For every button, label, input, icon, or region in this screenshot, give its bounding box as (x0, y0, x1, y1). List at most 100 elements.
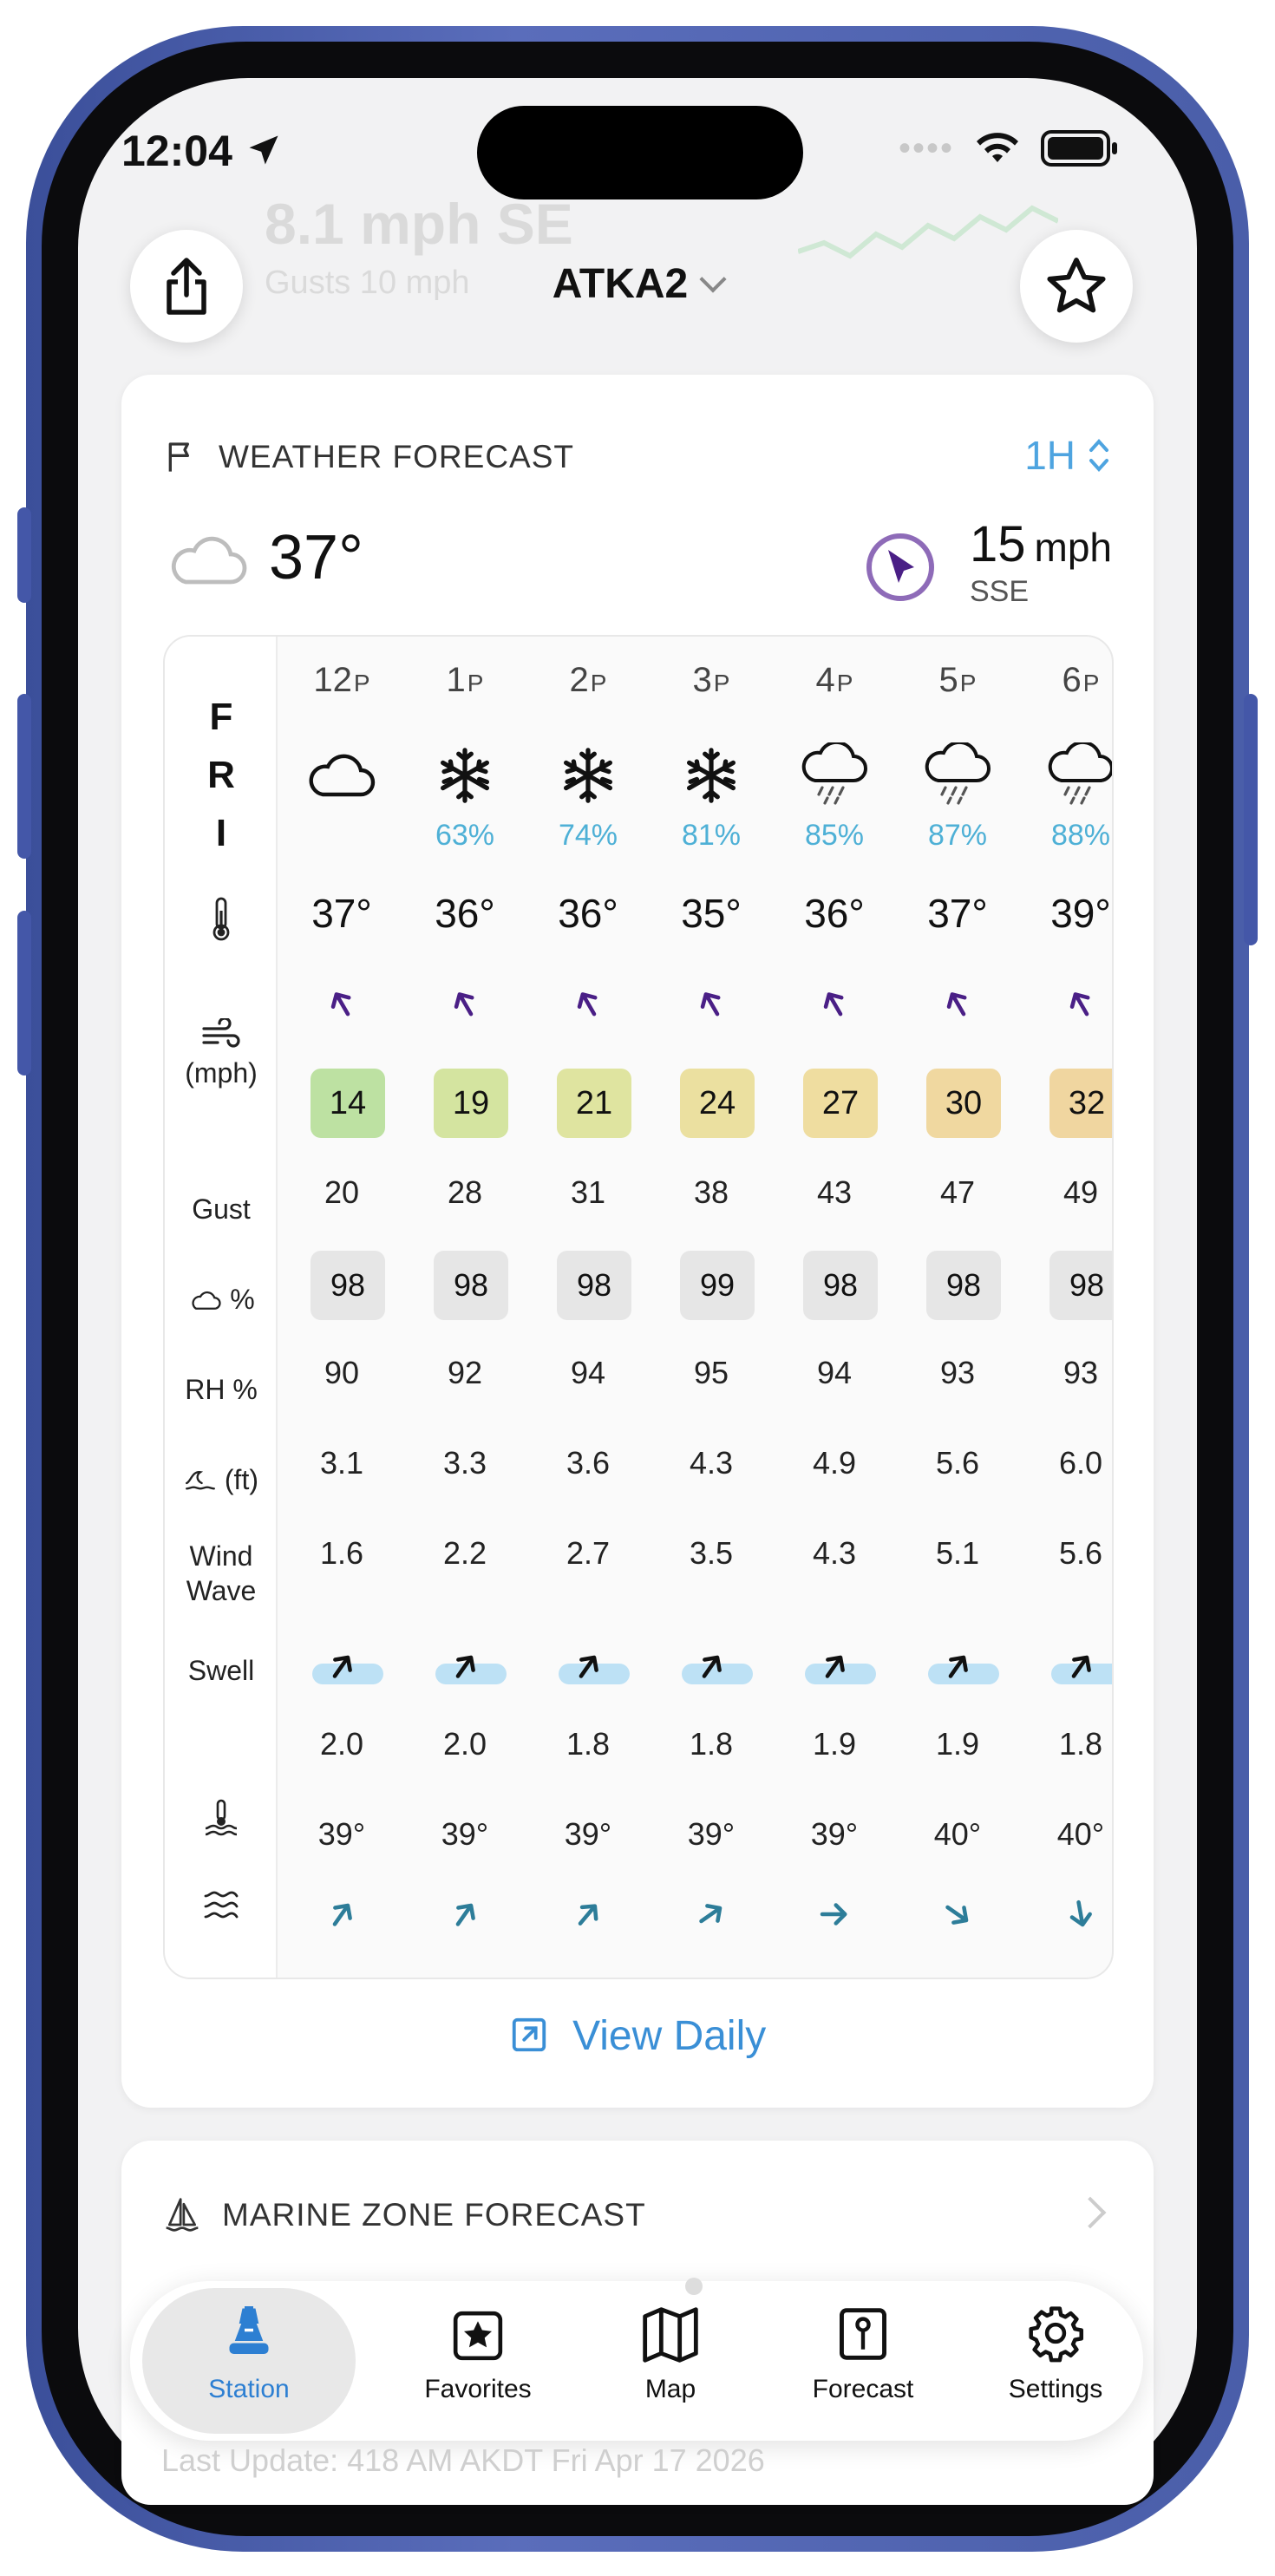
hour-value: 6 (1062, 661, 1082, 699)
hour-label: 12P (290, 661, 394, 700)
status-time: 12:04 (121, 126, 283, 176)
wind-arrow (413, 985, 517, 1026)
last-update-text: Last Update: 418 AM AKDT Fri Apr 17 2026 (161, 2442, 765, 2478)
rain-cloud-icon (801, 742, 867, 805)
swell-arrow (659, 1648, 763, 1689)
day-letter: I (215, 812, 227, 854)
hour-value: 1 (446, 661, 466, 699)
gust-value: 28 (447, 1174, 483, 1210)
cloud-row-label: % (165, 1282, 278, 1317)
current-wind-speed: 15 (970, 516, 1026, 572)
page-indicator-dot (685, 2278, 703, 2295)
chevron-right-icon (1074, 2196, 1107, 2229)
swell-value: 1.8 (1058, 1726, 1103, 1762)
marine-card-header: MARINE ZONE FORECAST (163, 2196, 646, 2234)
wind-wave-value: 5.1 (935, 1535, 980, 1571)
chevron-down-icon (699, 265, 727, 293)
weather-icon-cell (659, 741, 763, 810)
star-icon (1047, 258, 1106, 313)
current-arrow (536, 1896, 640, 1937)
ghost-wind-speed: 8.1 mph SE (265, 192, 573, 256)
ocean-current-icon (204, 1891, 239, 1919)
cloud-icon (309, 754, 376, 797)
swell-arrow (413, 1648, 517, 1689)
wind-speed-box: 19 (434, 1069, 508, 1138)
swell-value: 1.9 (812, 1726, 857, 1762)
hourly-forecast-table[interactable]: F R I (mph) Gust % RH % (ft) Wind Wave S… (163, 635, 1114, 1979)
wind-speed-box: 21 (557, 1069, 631, 1138)
cloud-cover-box: 98 (311, 1251, 385, 1320)
wind-wave-value: 3.5 (689, 1535, 734, 1571)
temp-value: 37° (311, 891, 372, 936)
tab-favorites[interactable]: Favorites (382, 2281, 574, 2441)
interval-value: 1H (1024, 433, 1076, 478)
cloud-cover-box: 98 (803, 1251, 878, 1320)
weather-icon-cell (413, 741, 517, 810)
swell-value: 2.0 (442, 1726, 487, 1762)
gust-value: 49 (1062, 1174, 1099, 1210)
hour-label: 2P (536, 661, 640, 700)
map-icon (643, 2307, 698, 2363)
cloud-cover-box: 99 (680, 1251, 755, 1320)
wind-speed-box: 14 (311, 1069, 385, 1138)
ampm-value: P (590, 670, 607, 696)
battery-icon (1041, 130, 1117, 167)
swell-row-label: Swell (187, 1655, 255, 1686)
ampm-value: P (713, 670, 730, 696)
action-button (17, 507, 31, 603)
tab-station[interactable]: Station (142, 2288, 356, 2434)
wind-wave-value: 4.3 (812, 1535, 857, 1571)
row-labels: F R I (mph) Gust % RH % (ft) Wind Wave S… (165, 637, 278, 1978)
wave-height-value: 3.1 (319, 1445, 364, 1481)
gear-icon (1029, 2306, 1084, 2363)
water-temp-value: 40° (933, 1816, 982, 1852)
direction-arrow-icon (945, 1905, 969, 1925)
rh-value: 93 (1062, 1355, 1099, 1390)
wind-arrow (290, 985, 394, 1026)
interval-selector[interactable]: 1H (1024, 432, 1110, 479)
weather-icon-cell (782, 741, 886, 810)
tab-map[interactable]: Map (574, 2281, 767, 2441)
swell-value: 2.0 (319, 1726, 364, 1762)
tab-label: Settings (1008, 2375, 1103, 2403)
hour-label: 1P (413, 661, 517, 700)
station-name: ATKA2 (552, 261, 689, 307)
rh-value: 94 (816, 1355, 853, 1390)
hour-column: 1P 63% 36° 19 28 98 92 3.3 2.2 2.0 39° (413, 637, 517, 1978)
favorite-button[interactable] (1020, 230, 1133, 343)
view-daily-link[interactable]: View Daily (121, 2012, 1154, 2060)
direction-arrow-icon (948, 1655, 968, 1678)
wind-wave-value: 1.6 (319, 1535, 364, 1571)
rh-value: 90 (324, 1355, 360, 1390)
tab-label: Favorites (424, 2375, 532, 2403)
weather-icon-cell (1029, 741, 1112, 810)
sailboat-icon (166, 2198, 199, 2232)
water-temp-value: 39° (317, 1816, 366, 1852)
rh-value: 94 (570, 1355, 606, 1390)
gust-value: 31 (570, 1174, 606, 1210)
current-arrow (906, 1896, 1010, 1937)
weather-icon-cell (906, 741, 1010, 810)
swell-value: 1.8 (689, 1726, 734, 1762)
water-temp-value: 40° (1056, 1816, 1105, 1852)
water-temp-value: 39° (810, 1816, 859, 1852)
precip-chance: 63% (435, 819, 495, 852)
swell-value: 1.8 (566, 1726, 611, 1762)
snowflake-icon (564, 748, 612, 803)
weather-forecast-card: WEATHER FORECAST 1H 37° 15 mph SSE F R I … (121, 375, 1154, 2108)
day-letter: R (207, 754, 235, 796)
tab-forecast[interactable]: Forecast (767, 2281, 959, 2441)
wave-height-value: 3.3 (442, 1445, 487, 1481)
wave-height-value: 3.6 (566, 1445, 611, 1481)
tab-label: Map (644, 2375, 696, 2403)
gust-row-label: Gust (192, 1193, 251, 1225)
wind-wave-label-1: Wind (189, 1540, 253, 1572)
status-time-text: 12:04 (121, 127, 232, 175)
direction-arrow-icon (330, 992, 351, 1017)
temp-value: 36° (804, 891, 865, 936)
direction-arrow-icon (702, 1655, 722, 1678)
temp-value: 39° (1050, 891, 1111, 936)
water-temp-value: 39° (564, 1816, 612, 1852)
tab-settings[interactable]: Settings (959, 2281, 1152, 2441)
hour-label: 4P (782, 661, 886, 700)
